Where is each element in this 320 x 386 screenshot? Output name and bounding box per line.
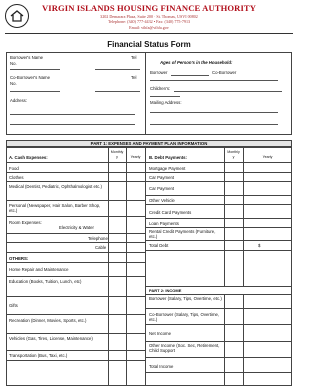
cash-item-recreation: Recreation (Dinner, Movies, Sports, etc.… bbox=[9, 318, 87, 323]
address-field-line-1[interactable] bbox=[10, 114, 135, 115]
childrens-age-field-2[interactable] bbox=[150, 96, 180, 97]
childrens-age-label: Children's: bbox=[150, 86, 171, 91]
age-extra-line[interactable] bbox=[150, 80, 278, 81]
form-title: Financial Status Form bbox=[107, 40, 191, 49]
coborrower-tel-label: Tel bbox=[131, 75, 137, 80]
coborrower-age-label: Co-Borrower bbox=[212, 70, 237, 75]
income-total: Total Income bbox=[149, 364, 174, 369]
cash-item-electricity: Electricity & Water bbox=[59, 225, 94, 230]
borrower-name-label: Borrower's Name bbox=[10, 55, 44, 60]
debt-item-other-vehicle: Other Vehicle bbox=[149, 198, 175, 203]
borrower-no-label: No. bbox=[10, 61, 17, 66]
coborrower-name-label: Co-Borrower's Name bbox=[10, 75, 50, 80]
debt-total-dollar: $ bbox=[258, 243, 261, 248]
expense-table-center-divider bbox=[145, 147, 146, 386]
debt-item-car-1: Car Payment bbox=[149, 175, 175, 180]
address-label: Address: bbox=[10, 98, 27, 103]
borrower-age-field[interactable] bbox=[171, 75, 209, 76]
debt-item-mortgage: Mortgage Payment bbox=[149, 166, 186, 171]
debt-item-car-2: Car Payment bbox=[149, 186, 175, 191]
agency-name: VIRGIN ISLANDS HOUSING FINANCE AUTHORITY bbox=[41, 3, 257, 13]
mailing-address-field-2[interactable] bbox=[150, 124, 278, 125]
applicant-info-box bbox=[6, 52, 292, 135]
cash-item-gifts: Gifts bbox=[9, 303, 18, 308]
cash-item-personal: Personal (Newspaper, Hair Salon, Barber … bbox=[9, 203, 101, 213]
coborrower-tel-field[interactable] bbox=[95, 91, 140, 92]
debt-yearly-header: Yearly bbox=[262, 155, 273, 159]
agency-phone: Telephone: (340) 777-4432 • Fax: (340) 7… bbox=[107, 19, 191, 24]
coborrower-no-label: No. bbox=[10, 81, 17, 86]
mailing-address-field-1[interactable] bbox=[150, 112, 278, 113]
header-divider bbox=[5, 33, 293, 35]
cash-item-vehicles: Vehicles (Gas, Tires, License, Maintenan… bbox=[9, 336, 93, 341]
childrens-age-field[interactable] bbox=[174, 91, 282, 92]
part2-header: PART 2: INCOME bbox=[149, 288, 182, 293]
income-borrower: Borrower (Salary, Tips, Overtime, etc.) bbox=[149, 296, 222, 301]
cash-item-food: Food bbox=[9, 166, 19, 171]
part1-header: PART 1: EXPENSES AND PAYMENT PLAN INFORM… bbox=[6, 140, 292, 147]
cash-item-education: Education (Books, Tuition, Lunch, etc) bbox=[9, 279, 82, 284]
income-other: Other Income (Soc. Sec, Retirement, Chil… bbox=[149, 343, 220, 353]
mailing-address-label: Mailing Address: bbox=[150, 100, 182, 105]
financial-status-form-page: VIRGIN ISLANDS HOUSING FINANCE AUTHORITY… bbox=[0, 0, 298, 386]
borrower-name-field[interactable] bbox=[10, 69, 60, 70]
agency-email: Email: vihfa@vihfa.gov bbox=[129, 24, 169, 30]
cash-item-medical: Medical (Dentist, Pediatric, Ophthalmolo… bbox=[9, 184, 102, 189]
cash-others-header: OTHERS: bbox=[9, 256, 29, 261]
debt-item-loan: Loan Payments bbox=[149, 221, 179, 226]
coborrower-name-field[interactable] bbox=[10, 91, 60, 92]
borrower-age-label: Borrower bbox=[150, 70, 168, 75]
cash-item-room-expenses: Room Expenses: bbox=[9, 220, 42, 225]
applicant-divider bbox=[145, 52, 146, 135]
debt-item-rental-credit: Rental Credit Payments (Furniture, etc.) bbox=[149, 229, 216, 239]
cash-yearly-header: Yearly bbox=[130, 155, 141, 159]
household-ages-title: Ages of Person's in the Household: bbox=[160, 60, 233, 65]
cash-item-home-repair: Home Repair and Maintenance bbox=[9, 267, 69, 272]
cash-expenses-header: A. Cash Expenses: bbox=[9, 155, 48, 160]
cash-item-cable: Cable bbox=[95, 245, 107, 250]
debt-total-label: Total Debt bbox=[149, 243, 169, 248]
cash-item-clothes: Clothes bbox=[9, 175, 24, 180]
income-coborrower: Co-Borrower (Salary, Tips, Overtime, etc… bbox=[149, 312, 220, 322]
borrower-tel-field[interactable] bbox=[95, 69, 140, 70]
cash-item-telephone: Telephone bbox=[88, 236, 108, 241]
borrower-tel-label: Tel bbox=[131, 55, 137, 60]
debt-payments-header: B. Debt Payments: bbox=[149, 155, 187, 160]
cash-item-transportation: Transportation (Bus, Taxi, etc.) bbox=[9, 353, 68, 358]
income-net: Net Income bbox=[149, 331, 171, 336]
debt-item-credit-card: Credit Card Payments bbox=[149, 210, 192, 215]
address-field-line-2[interactable] bbox=[10, 124, 135, 125]
